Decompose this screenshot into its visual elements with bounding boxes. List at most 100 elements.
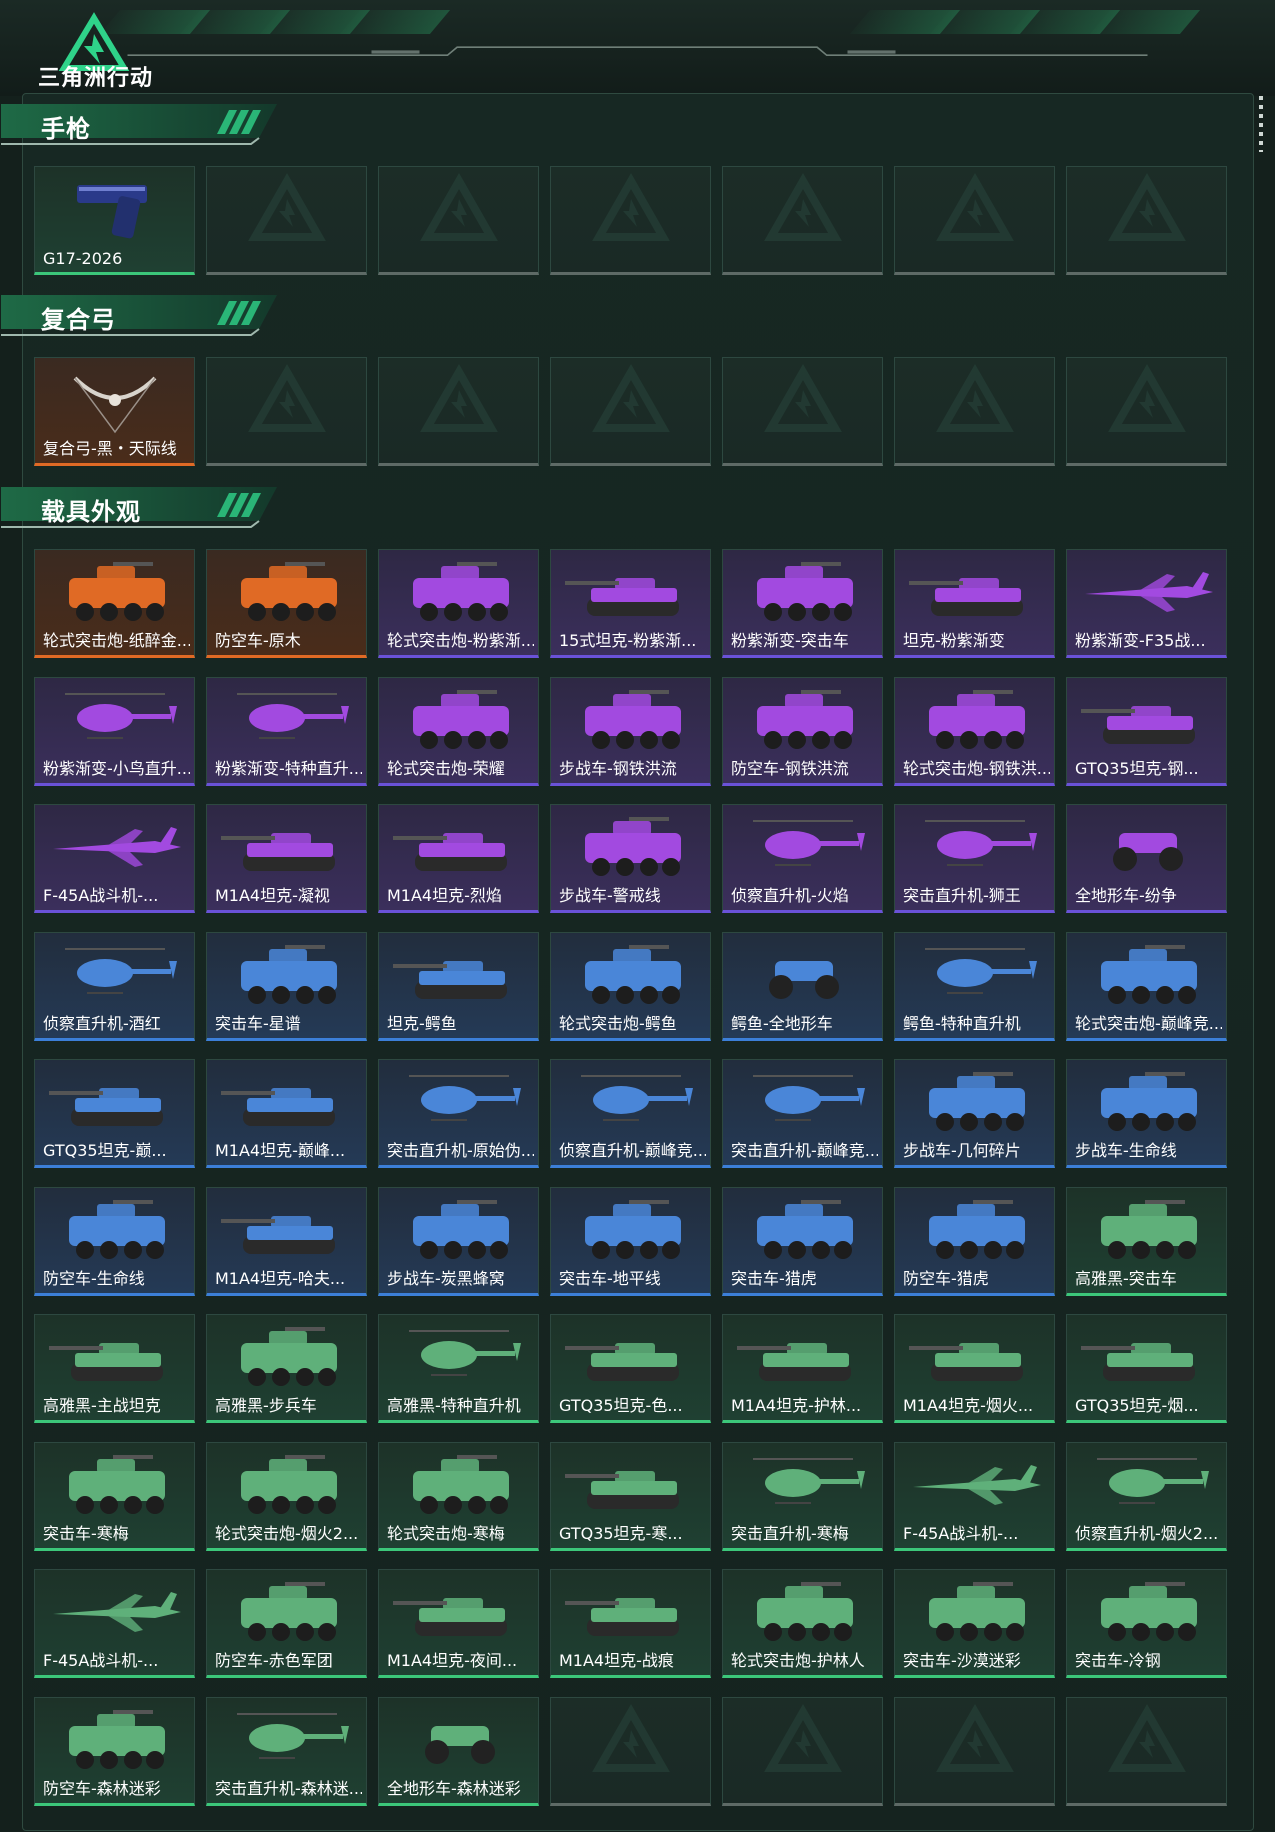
skin-card[interactable]: 防空车-钢铁洪流 bbox=[722, 676, 883, 786]
skin-card[interactable]: 轮式突击炮-鳄鱼 bbox=[550, 931, 711, 1041]
skin-card[interactable]: F-45A战斗机-... bbox=[34, 804, 195, 913]
skin-card[interactable]: 高雅黑-步兵车 bbox=[206, 1314, 367, 1423]
skin-name: 全地形车-森林迷彩 bbox=[387, 1778, 521, 1798]
skin-card[interactable]: 突击直升机-寒梅 bbox=[722, 1441, 883, 1551]
skin-card[interactable]: 轮式突击炮-荣耀 bbox=[378, 676, 539, 786]
wheeled-vehicle-icon bbox=[757, 1199, 853, 1259]
skin-card[interactable]: 侦察直升机-烟火2... bbox=[1066, 1441, 1227, 1551]
skin-card[interactable]: 轮式突击炮-护林人 bbox=[722, 1569, 883, 1678]
wheeled-vehicle-icon bbox=[241, 944, 337, 1004]
empty-slot bbox=[722, 1696, 883, 1806]
empty-slot-icon bbox=[420, 172, 498, 241]
skin-card[interactable]: GTQ35坦克-色... bbox=[550, 1314, 711, 1423]
skin-card[interactable]: 轮式突击炮-巅峰竞... bbox=[1066, 931, 1227, 1041]
skin-card[interactable]: 粉紫渐变-小鸟直升... bbox=[34, 676, 195, 786]
skin-card[interactable]: 突击车-星谱 bbox=[206, 931, 367, 1041]
skin-card[interactable]: 轮式突击炮-纸醉金... bbox=[34, 549, 195, 658]
skin-card[interactable]: GTQ35坦克-钢... bbox=[1066, 676, 1227, 786]
tank-icon bbox=[393, 960, 507, 999]
skin-card[interactable]: 防空车-猎虎 bbox=[894, 1186, 1055, 1296]
skin-name: 突击车-地平线 bbox=[559, 1268, 661, 1288]
skin-name: 全地形车-纷争 bbox=[1075, 886, 1177, 905]
skin-card[interactable]: GTQ35坦克-烟... bbox=[1066, 1314, 1227, 1423]
skin-card[interactable]: 粉紫渐变-F35战... bbox=[1066, 549, 1227, 658]
skin-card[interactable]: 步战车-警戒线 bbox=[550, 804, 711, 913]
skin-card[interactable]: 步战车-钢铁洪流 bbox=[550, 676, 711, 786]
skin-name: 步战车-几何碎片 bbox=[903, 1141, 1021, 1160]
skin-card[interactable]: 侦察直升机-巅峰竞... bbox=[550, 1059, 711, 1168]
skin-card[interactable]: M1A4坦克-夜间... bbox=[378, 1569, 539, 1678]
skin-card[interactable]: 复合弓-黑・天际线 bbox=[34, 357, 195, 466]
skin-card[interactable]: 步战车-几何碎片 bbox=[894, 1059, 1055, 1168]
skin-card[interactable]: 轮式突击炮-钢铁洪... bbox=[894, 676, 1055, 786]
skin-card[interactable]: 突击车-冷钢 bbox=[1066, 1569, 1227, 1678]
wheeled-vehicle-icon bbox=[585, 817, 681, 876]
skin-card[interactable]: 轮式突击炮-烟火2... bbox=[206, 1441, 367, 1551]
skin-name: 步战车-钢铁洪流 bbox=[559, 758, 677, 778]
skin-name: 步战车-炭黑蜂窝 bbox=[387, 1268, 505, 1288]
skin-card[interactable]: F-45A战斗机-... bbox=[34, 1569, 195, 1678]
skin-card[interactable]: 突击车-地平线 bbox=[550, 1186, 711, 1296]
wheeled-vehicle-icon bbox=[413, 689, 509, 749]
skin-card[interactable]: 突击车-沙漠迷彩 bbox=[894, 1569, 1055, 1678]
skin-card[interactable]: M1A4坦克-巅峰... bbox=[206, 1059, 367, 1168]
tank-icon bbox=[1081, 1343, 1195, 1381]
skin-card[interactable]: M1A4坦克-战痕 bbox=[550, 1569, 711, 1678]
skin-card[interactable]: 粉紫渐变-突击车 bbox=[722, 549, 883, 658]
empty-slot-icon bbox=[592, 1703, 670, 1772]
skin-card[interactable]: 高雅黑-特种直升机 bbox=[378, 1314, 539, 1423]
skin-card[interactable]: GTQ35坦克-巅... bbox=[34, 1059, 195, 1168]
skin-card[interactable]: M1A4坦克-烟火... bbox=[894, 1314, 1055, 1423]
skin-card[interactable]: 防空车-生命线 bbox=[34, 1186, 195, 1296]
skin-card[interactable]: 防空车-森林迷彩 bbox=[34, 1696, 195, 1806]
skin-card[interactable]: 突击车-寒梅 bbox=[34, 1441, 195, 1551]
skin-card[interactable]: M1A4坦克-烈焰 bbox=[378, 804, 539, 913]
skin-card[interactable]: 突击直升机-原始伪... bbox=[378, 1059, 539, 1168]
skin-card[interactable]: 突击直升机-狮王 bbox=[894, 804, 1055, 913]
skin-card[interactable]: M1A4坦克-哈夫... bbox=[206, 1186, 367, 1296]
skin-card[interactable]: M1A4坦克-凝视 bbox=[206, 804, 367, 913]
empty-slot bbox=[722, 357, 883, 466]
wheeled-vehicle-icon bbox=[241, 1454, 337, 1514]
skin-card[interactable]: 步战车-生命线 bbox=[1066, 1059, 1227, 1168]
scrollbar-handle[interactable] bbox=[1259, 96, 1263, 152]
skin-card[interactable]: 坦克-粉紫渐变 bbox=[894, 549, 1055, 658]
skin-card[interactable]: 15式坦克-粉紫渐... bbox=[550, 549, 711, 658]
skin-card[interactable]: 粉紫渐变-特种直升... bbox=[206, 676, 367, 786]
skin-card[interactable]: G17-2026 bbox=[34, 166, 195, 275]
skin-card[interactable]: 鳄鱼-特种直升机 bbox=[894, 931, 1055, 1041]
empty-slot bbox=[894, 357, 1055, 466]
helicopter-icon bbox=[237, 1712, 349, 1759]
skin-name: M1A4坦克-哈夫... bbox=[215, 1268, 346, 1288]
skin-name: 侦察直升机-巅峰竞... bbox=[559, 1141, 706, 1160]
wheeled-vehicle-icon bbox=[413, 562, 509, 621]
skin-name: 防空车-森林迷彩 bbox=[43, 1778, 161, 1798]
wheeled-vehicle-icon bbox=[929, 1072, 1025, 1131]
skin-card[interactable]: 突击车-猎虎 bbox=[722, 1186, 883, 1296]
pistol-icon bbox=[77, 185, 147, 239]
skin-card[interactable]: GTQ35坦克-寒... bbox=[550, 1441, 711, 1551]
skin-card[interactable]: 轮式突击炮-粉紫渐... bbox=[378, 549, 539, 658]
skin-card[interactable]: 突击直升机-巅峰竞... bbox=[722, 1059, 883, 1168]
helicopter-icon bbox=[925, 947, 1037, 994]
skin-card[interactable]: 高雅黑-主战坦克 bbox=[34, 1314, 195, 1423]
skin-card[interactable]: 防空车-原木 bbox=[206, 549, 367, 658]
helicopter-icon bbox=[409, 1330, 521, 1376]
skin-card[interactable]: 全地形车-纷争 bbox=[1066, 804, 1227, 913]
skin-card[interactable]: 突击直升机-森林迷... bbox=[206, 1696, 367, 1806]
skin-card[interactable]: 全地形车-森林迷彩 bbox=[378, 1696, 539, 1806]
skin-card[interactable]: 侦察直升机-酒红 bbox=[34, 931, 195, 1041]
skin-card[interactable]: M1A4坦克-护林... bbox=[722, 1314, 883, 1423]
skin-name: 鳄鱼-全地形车 bbox=[731, 1013, 833, 1033]
skin-card[interactable]: F-45A战斗机-... bbox=[894, 1441, 1055, 1551]
empty-slot bbox=[1066, 357, 1227, 466]
jet-icon bbox=[53, 1592, 181, 1632]
skin-card[interactable]: 侦察直升机-火焰 bbox=[722, 804, 883, 913]
skin-card[interactable]: 防空车-赤色军团 bbox=[206, 1569, 367, 1678]
helicopter-icon bbox=[581, 1075, 693, 1121]
skin-card[interactable]: 轮式突击炮-寒梅 bbox=[378, 1441, 539, 1551]
skin-card[interactable]: 步战车-炭黑蜂窝 bbox=[378, 1186, 539, 1296]
skin-card[interactable]: 鳄鱼-全地形车 bbox=[722, 931, 883, 1041]
skin-card[interactable]: 高雅黑-突击车 bbox=[1066, 1186, 1227, 1296]
skin-card[interactable]: 坦克-鳄鱼 bbox=[378, 931, 539, 1041]
